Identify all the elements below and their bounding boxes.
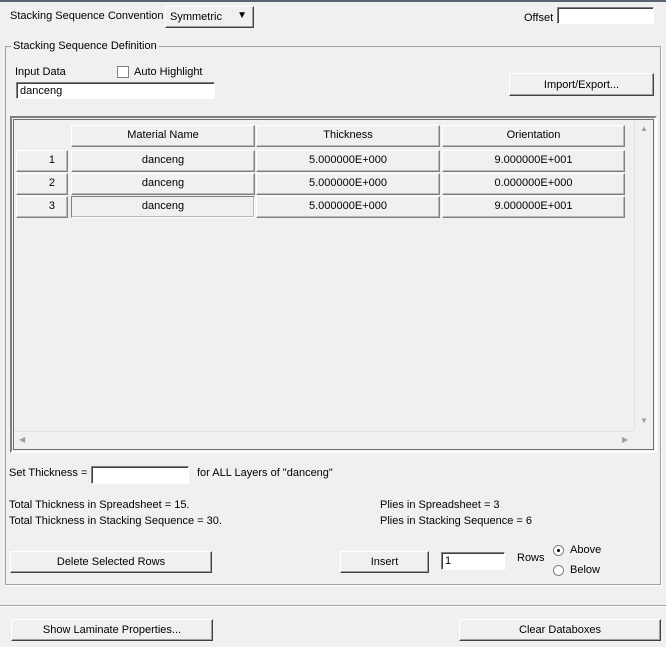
row-header[interactable]: 2 [16,173,68,195]
table-cell-orientation[interactable]: 9.000000E+001 [442,150,625,172]
plies-spreadsheet: Plies in Spreadsheet = 3 [380,499,500,511]
insert-button[interactable]: Insert [340,551,429,573]
plies-stacking: Plies in Stacking Sequence = 6 [380,515,532,527]
below-radio[interactable] [553,565,564,576]
set-thickness-suffix: for ALL Layers of "danceng" [197,467,333,479]
auto-highlight-checkbox[interactable] [117,66,129,78]
footer-separator [0,605,666,607]
horizontal-scrollbar[interactable]: ◀ ▶ [14,431,634,449]
scroll-up-icon[interactable]: ▲ [640,124,648,133]
above-radio[interactable] [553,545,564,556]
input-data-label: Input Data [15,66,66,78]
import-export-button[interactable]: Import/Export... [509,73,654,96]
table-cell-thickness[interactable]: 5.000000E+000 [256,150,440,172]
vertical-scrollbar[interactable]: ▲ ▼ [634,120,652,430]
table-cell-orientation[interactable]: 9.000000E+001 [442,196,625,218]
set-thickness-label: Set Thickness = [9,467,88,479]
group-title: Stacking Sequence Definition [11,40,159,52]
scroll-down-icon[interactable]: ▼ [640,416,648,425]
window-top-border [0,0,666,2]
delete-selected-rows-button[interactable]: Delete Selected Rows [10,551,212,573]
auto-highlight-label: Auto Highlight [134,66,203,78]
scroll-left-icon[interactable]: ◀ [19,435,25,444]
offset-input[interactable] [557,7,654,24]
column-header-orientation[interactable]: Orientation [442,125,625,147]
below-label: Below [570,564,600,576]
set-thickness-input[interactable] [91,466,189,484]
insert-count-input[interactable]: 1 [441,552,505,570]
rows-label: Rows [517,552,545,564]
column-header-material[interactable]: Material Name [71,125,255,147]
table-cell-orientation[interactable]: 0.000000E+000 [442,173,625,195]
dropdown-arrow-icon: ▼ [237,10,247,21]
input-data-field[interactable]: danceng [16,82,215,99]
spreadsheet-table: Material Name Thickness Orientation 1 da… [10,116,657,453]
convention-label: Stacking Sequence Convention [10,10,164,22]
total-thickness-spreadsheet: Total Thickness in Spreadsheet = 15. [9,499,190,511]
show-laminate-properties-button[interactable]: Show Laminate Properties... [11,619,213,641]
row-header[interactable]: 1 [16,150,68,172]
table-cell-material[interactable]: danceng [71,173,255,195]
scroll-right-icon[interactable]: ▶ [622,435,628,444]
clear-databoxes-button[interactable]: Clear Databoxes [459,619,661,641]
convention-value: Symmetric [170,11,222,23]
convention-dropdown[interactable]: Symmetric ▼ [165,6,254,28]
total-thickness-stacking: Total Thickness in Stacking Sequence = 3… [9,515,222,527]
table-cell-thickness[interactable]: 5.000000E+000 [256,196,440,218]
above-label: Above [570,544,602,556]
offset-label: Offset [524,12,554,24]
row-header[interactable]: 3 [16,196,68,218]
table-cell-thickness[interactable]: 5.000000E+000 [256,173,440,195]
table-cell-material[interactable]: danceng [71,150,255,172]
table-cell-material[interactable]: danceng [71,196,255,218]
column-header-thickness[interactable]: Thickness [256,125,440,147]
